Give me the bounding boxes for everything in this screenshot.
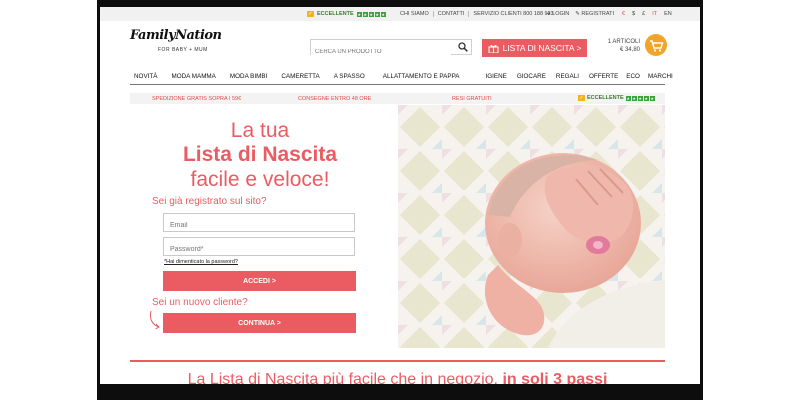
cart-items: 1 ARTICOLI — [607, 39, 640, 45]
promo-delivery: CONSEGNE ENTRO 48 ORE — [298, 96, 372, 102]
nav-cameretta[interactable]: CAMERETTA — [281, 73, 319, 84]
hero-line-2: Lista di Nascita — [182, 143, 338, 166]
search-box — [310, 39, 472, 59]
nav-moda-mamma[interactable]: MODA MAMMA — [171, 73, 215, 84]
promo-trust-label: ECCELLENTE — [587, 95, 624, 101]
promo-trust-rating[interactable]: ✓ ECCELLENTE ★ ★ ★ ★ ★ — [578, 95, 655, 101]
cart-summary[interactable]: 1 ARTICOLI € 34,80 — [596, 38, 640, 54]
main-navigation: NOVITÀ MODA MAMMA MODA BIMBI CAMERETTA A… — [130, 73, 673, 85]
nav-igiene[interactable]: IGIENE — [486, 73, 507, 84]
login-question: Sei già registrato sul sito? — [152, 196, 267, 207]
trustpilot-rating[interactable]: ✓ ECCELLENTE ★ ★ ★ ★ ★ — [307, 11, 386, 17]
hero-line-1: La tua — [230, 119, 290, 142]
trustpilot-icon: ✓ — [307, 11, 314, 17]
banner-bold: in soli 3 passi — [502, 371, 608, 384]
logo-brand: FamilyNation — [130, 28, 222, 43]
stars-icon: ★ ★ ★ ★ ★ — [625, 95, 655, 101]
nav-regali[interactable]: REGALI — [556, 73, 579, 84]
user-links: ➜ LOGIN ✎ REGISTRATI — [546, 11, 614, 17]
nav-a-spasso[interactable]: A SPASSO — [334, 73, 365, 84]
cart-total: € 34,80 — [619, 47, 640, 53]
login-link[interactable]: ➜ LOGIN — [546, 11, 569, 17]
trust-label: ECCELLENTE — [317, 11, 354, 17]
link-servizio-clienti[interactable]: SERVIZIO CLIENTI 800 188 923 — [469, 11, 557, 17]
cart-icon — [650, 40, 664, 52]
new-customer-question: Sei un nuovo cliente? — [152, 297, 248, 308]
banner-text: La Lista di Nascita più facile che in ne… — [187, 371, 498, 384]
login-label: LOGIN — [552, 11, 570, 17]
link-chi-siamo[interactable]: CHI SIAMO — [396, 11, 434, 17]
logo-tagline: FOR BABY + MUM — [158, 47, 208, 53]
forgot-password-link[interactable]: *Hai dimenticato la password? — [164, 259, 238, 265]
stars-icon: ★ ★ ★ ★ ★ — [356, 11, 386, 17]
search-icon[interactable] — [458, 42, 468, 52]
site-logo[interactable]: FamilyNation FOR BABY + MUM — [130, 28, 222, 68]
language-it[interactable]: IT — [652, 11, 657, 17]
trustpilot-icon: ✓ — [578, 95, 585, 101]
currency-pound[interactable]: £ — [642, 11, 645, 17]
nav-offerte[interactable]: OFFERTE — [589, 73, 618, 84]
gift-icon — [488, 44, 499, 53]
lista-nascita-button[interactable]: LISTA DI NASCITA > — [482, 39, 587, 57]
nav-moda-bimbi[interactable]: MODA BIMBI — [230, 73, 267, 84]
cart-button[interactable] — [645, 34, 667, 56]
email-field[interactable] — [164, 217, 354, 234]
register-link[interactable]: ✎ REGISTRATI — [575, 11, 614, 17]
currency-euro[interactable]: € — [622, 11, 625, 17]
nav-marchi[interactable]: MARCHI — [648, 73, 673, 84]
login-button[interactable]: ACCEDI > — [163, 271, 356, 291]
top-links: CHI SIAMO CONTATTI SERVIZIO CLIENTI 800 … — [396, 11, 558, 17]
link-contatti[interactable]: CONTATTI — [434, 11, 470, 17]
nav-novita[interactable]: NOVITÀ — [134, 73, 157, 84]
hero-line-3: facile e veloce! — [190, 168, 330, 191]
nav-eco[interactable]: ECO — [626, 73, 640, 84]
continue-button[interactable]: CONTINUA > — [163, 313, 356, 333]
browser-screen: ✓ ECCELLENTE ★ ★ ★ ★ ★ CHI SIAMO CONTATTI SE… — [100, 7, 700, 384]
password-field[interactable] — [164, 241, 354, 258]
section-divider — [130, 360, 665, 362]
password-field-wrap — [163, 237, 355, 258]
lista-button-label: LISTA DI NASCITA > — [502, 43, 582, 53]
device-frame-bottom — [97, 384, 703, 400]
register-label: REGISTRATI — [581, 11, 615, 17]
steps-banner: La Lista di Nascita più facile che in ne… — [130, 371, 665, 384]
curved-arrow-icon — [149, 310, 160, 330]
language-en[interactable]: EN — [664, 11, 672, 17]
search-input[interactable] — [311, 45, 451, 59]
currency-dollar[interactable]: $ — [632, 11, 635, 17]
promo-returns: RESI GRATUITI — [452, 96, 492, 102]
promo-bar: SPEDIZIONE GRATIS SOPRA I 59€ CONSEGNE E… — [130, 93, 665, 104]
currency-language-switcher: € $ £ IT EN — [622, 11, 672, 17]
email-field-wrap — [163, 213, 355, 234]
nav-allattamento[interactable]: ALLATTAMENTO E PAPPA — [383, 73, 460, 84]
promo-shipping: SPEDIZIONE GRATIS SOPRA I 59€ — [152, 96, 242, 102]
nav-giocare[interactable]: GIOCARE — [517, 73, 546, 84]
baby-photo — [398, 105, 665, 348]
login-icon: ➜ — [546, 11, 551, 17]
pencil-icon: ✎ — [575, 11, 580, 17]
top-utility-bar: ✓ ECCELLENTE ★ ★ ★ ★ ★ CHI SIAMO CONTATTI SE… — [100, 7, 700, 21]
